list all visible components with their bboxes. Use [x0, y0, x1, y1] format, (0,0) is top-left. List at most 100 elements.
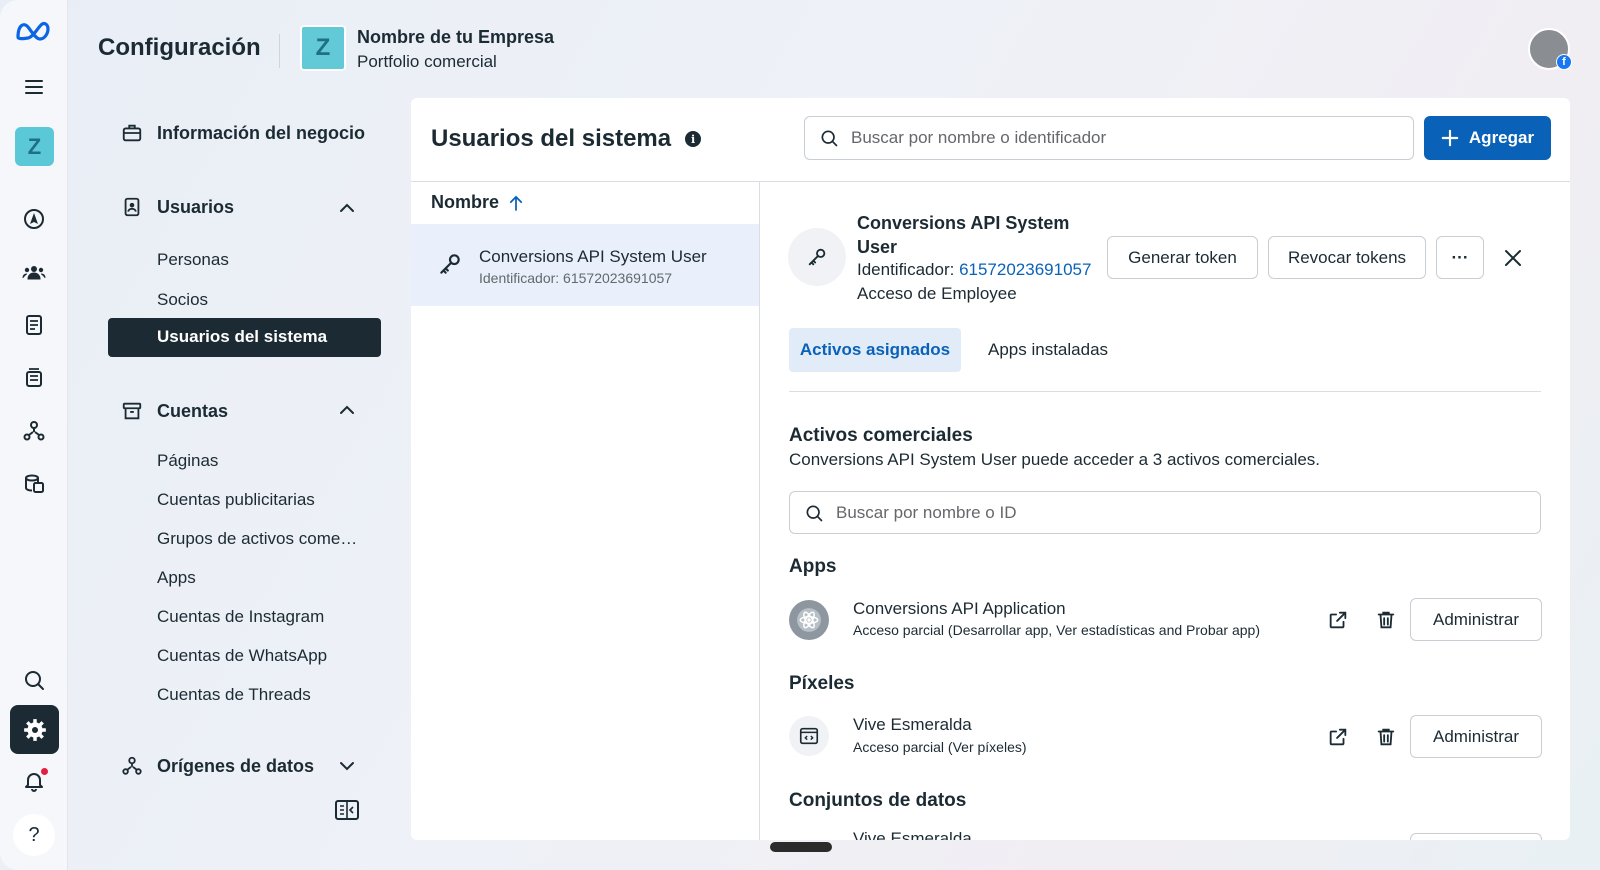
- section-title-assets: Activos comerciales: [789, 425, 973, 446]
- compass-icon[interactable]: [17, 202, 51, 236]
- chevron-up-icon[interactable]: [337, 400, 357, 420]
- catalog-icon[interactable]: [17, 361, 51, 395]
- info-icon[interactable]: i: [685, 131, 702, 147]
- system-user-id: Identificador: 61572023691057: [857, 260, 1091, 280]
- facebook-badge-icon: f: [1556, 54, 1572, 70]
- menu-icon[interactable]: [17, 70, 51, 104]
- tabs-divider: [789, 391, 1541, 392]
- sidebar-section-users[interactable]: Usuarios: [121, 196, 234, 218]
- tab-installed-apps[interactable]: Apps instaladas: [988, 340, 1108, 360]
- divider: [759, 181, 760, 840]
- dataset-name-peek: Vive Esmeralda: [853, 829, 972, 840]
- sidebar-item-apps[interactable]: Apps: [157, 568, 196, 588]
- page-title: Configuración: [98, 34, 261, 61]
- close-icon[interactable]: [1503, 248, 1523, 268]
- section-title-apps: Apps: [789, 556, 837, 577]
- workspace-avatar[interactable]: Z: [15, 127, 54, 166]
- business-name[interactable]: Nombre de tu Empresa: [357, 27, 554, 48]
- access-level: Acceso de Employee: [857, 284, 1017, 303]
- revoke-tokens-button[interactable]: Revocar tokens: [1268, 236, 1426, 279]
- business-avatar[interactable]: Z: [300, 25, 346, 71]
- add-button-label: Agregar: [1468, 128, 1535, 147]
- assets-search-wrapper[interactable]: [789, 491, 1541, 534]
- scroll-handle[interactable]: [770, 842, 832, 852]
- sidebar-item-asset-groups[interactable]: Grupos de activos come…: [157, 529, 357, 549]
- generate-token-button[interactable]: Generar token: [1107, 236, 1258, 279]
- sidebar-item-ad-accounts[interactable]: Cuentas publicitarias: [157, 490, 315, 510]
- sidebar-item-people[interactable]: Personas: [157, 250, 229, 270]
- sidebar-item-threads[interactable]: Cuentas de Threads: [157, 685, 311, 705]
- pixel-code-icon: [789, 716, 829, 756]
- trash-icon[interactable]: [1375, 609, 1397, 631]
- add-button[interactable]: Agregar: [1424, 116, 1551, 160]
- billing-icon[interactable]: [17, 467, 51, 501]
- briefcase-icon: [122, 124, 142, 142]
- list-item-id: Identificador: 61572023691057: [479, 270, 673, 286]
- sidebar-item-whatsapp[interactable]: Cuentas de WhatsApp: [157, 646, 327, 666]
- assets-search-input[interactable]: [836, 502, 1540, 523]
- section-title-pixels: Píxeles: [789, 673, 855, 694]
- user-badge-icon: [124, 197, 140, 217]
- chevron-up-icon[interactable]: [337, 198, 357, 218]
- manage-dataset-button[interactable]: [1410, 833, 1542, 840]
- business-subtitle: Portfolio comercial: [357, 52, 497, 71]
- search-icon: [821, 130, 838, 147]
- sidebar-section-label: Orígenes de datos: [157, 755, 315, 776]
- sidebar-item-label: Información del negocio: [157, 122, 366, 143]
- manage-app-button[interactable]: Administrar: [1410, 598, 1542, 641]
- divider: [411, 181, 1570, 182]
- archive-icon: [122, 402, 142, 420]
- sidebar-item-pages[interactable]: Páginas: [157, 451, 218, 471]
- search-icon[interactable]: [17, 663, 51, 697]
- chevron-down-icon[interactable]: [337, 756, 357, 776]
- system-user-name: Conversions API System User: [857, 213, 1070, 257]
- search-input-wrapper[interactable]: [804, 116, 1414, 160]
- icon-rail: Z ?: [0, 0, 68, 870]
- data-sources-icon[interactable]: [17, 414, 51, 448]
- id-link[interactable]: 61572023691057: [959, 260, 1091, 279]
- sidebar-section-data-sources[interactable]: Orígenes de datos: [121, 755, 314, 777]
- search-icon: [806, 505, 823, 521]
- section-title-datasets: Conjuntos de datos: [789, 790, 967, 811]
- manage-pixel-button[interactable]: Administrar: [1410, 715, 1542, 758]
- tab-assigned-assets[interactable]: Activos asignados: [789, 328, 961, 372]
- pixel-access: Acceso parcial (Ver píxeles): [853, 739, 1027, 755]
- profile-avatar[interactable]: f: [1528, 28, 1572, 70]
- sidebar-item-partners[interactable]: Socios: [157, 290, 208, 310]
- sidebar-item-instagram[interactable]: Cuentas de Instagram: [157, 607, 324, 627]
- sort-by-name-header[interactable]: Nombre: [431, 192, 523, 213]
- notification-dot: [41, 768, 48, 775]
- key-icon: [440, 254, 460, 274]
- search-input[interactable]: [851, 128, 1413, 148]
- list-item-name: Conversions API System User: [479, 247, 707, 266]
- sidebar-section-label: Usuarios: [157, 196, 235, 217]
- sidebar-item-system-users[interactable]: Usuarios del sistema: [108, 318, 381, 357]
- app-window: Z ? Configuración Z Nombre de tu Empresa…: [0, 0, 1600, 870]
- sidebar-section-accounts[interactable]: Cuentas: [121, 400, 228, 422]
- plus-icon: [1441, 129, 1459, 147]
- id-label: Identificador:: [857, 260, 960, 279]
- external-link-icon[interactable]: [1327, 609, 1349, 631]
- panel-title: Usuarios del sistema i: [431, 125, 702, 153]
- app-name: Conversions API Application: [853, 599, 1066, 618]
- column-header-label: Nombre: [431, 192, 500, 212]
- more-options-button[interactable]: ···: [1436, 236, 1484, 279]
- list-item[interactable]: Conversions API System User Identificado…: [411, 224, 759, 306]
- sidebar-item-business-info[interactable]: Información del negocio: [121, 122, 365, 144]
- document-icon[interactable]: [17, 308, 51, 342]
- panel-title-text: Usuarios del sistema: [431, 125, 672, 152]
- section-description: Conversions API System User puede accede…: [789, 450, 1321, 469]
- key-icon: [808, 248, 826, 266]
- system-users-panel: Usuarios del sistema i Agregar Nombre Co…: [411, 98, 1570, 840]
- arrow-up-icon: [509, 195, 523, 211]
- help-icon[interactable]: ?: [13, 814, 55, 856]
- sidebar-item-label: Usuarios del sistema: [157, 327, 328, 346]
- trash-icon[interactable]: [1375, 726, 1397, 748]
- meta-logo-icon[interactable]: [14, 14, 54, 48]
- external-link-icon[interactable]: [1327, 726, 1349, 748]
- settings-icon[interactable]: [10, 705, 59, 754]
- people-icon[interactable]: [17, 255, 51, 289]
- app-atom-icon: [789, 600, 829, 640]
- data-sources-icon: [122, 756, 142, 775]
- collapse-sidebar-icon[interactable]: [335, 799, 359, 821]
